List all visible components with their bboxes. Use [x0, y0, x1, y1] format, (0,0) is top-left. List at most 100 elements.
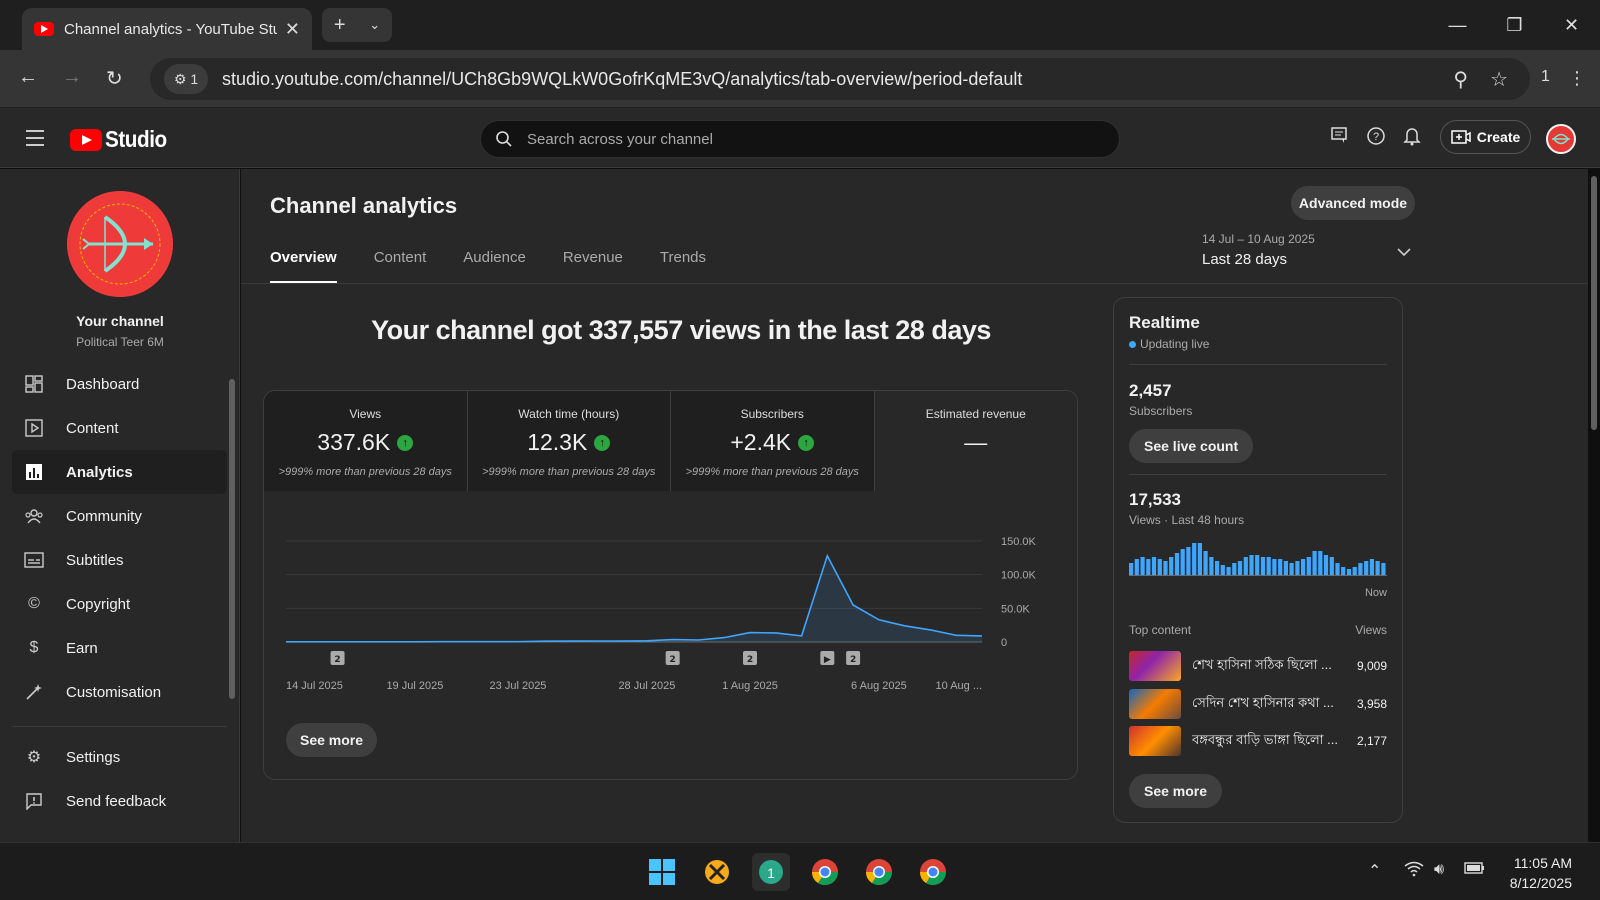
metric-views[interactable]: Views 337.6K ↑ >999% more than previous 2… [264, 391, 468, 491]
sidebar-item-analytics[interactable]: Analytics [12, 450, 227, 494]
video-title: শেখ হাসিনা সঠিক ছিলো ... [1192, 656, 1332, 672]
metric-value: 337.6K [317, 429, 391, 455]
realtime-subscribers-value: 2,457 [1129, 381, 1172, 400]
copyright-icon: © [28, 595, 40, 612]
chart-see-more-button[interactable]: See more [286, 723, 378, 757]
period-selector[interactable]: 14 Jul – 10 Aug 2025 Last 28 days [1202, 232, 1411, 268]
video-thumbnail [1129, 726, 1181, 756]
x-tick-label: 19 Jul 2025 [386, 680, 443, 692]
realtime-bar [1197, 543, 1202, 575]
sidebar-item-dashboard[interactable]: Dashboard [12, 362, 227, 406]
close-window-icon[interactable]: ✕ [1543, 0, 1600, 50]
svg-text:?: ? [1373, 131, 1379, 143]
search-input[interactable]: Search across your channel [480, 120, 1120, 158]
sidebar-item-subtitles[interactable]: Subtitles [12, 538, 227, 582]
site-info-button[interactable]: ⚙ 1 [164, 64, 208, 94]
upload-marker-label: 2 [850, 655, 856, 665]
realtime-bar [1157, 559, 1162, 575]
realtime-bar-chart[interactable] [1129, 543, 1387, 579]
tab-revenue[interactable]: Revenue [563, 249, 623, 284]
bookmark-star-icon[interactable]: ☆ [1490, 67, 1508, 92]
windows-start-icon[interactable] [643, 853, 681, 891]
youtube-logo-icon [70, 128, 102, 151]
tab-trends[interactable]: Trends [660, 249, 706, 284]
metric-estimated-revenue[interactable]: Estimated revenue — [874, 391, 1077, 491]
site-info-count: 1 [190, 71, 199, 87]
profile-count[interactable]: 1 [1541, 68, 1550, 86]
realtime-bar [1151, 557, 1157, 575]
sidebar-item-settings[interactable]: ⚙ Settings [12, 735, 227, 779]
vpn-app-icon[interactable]: 1 [752, 853, 790, 891]
url-bar[interactable]: ⚙ 1 studio.youtube.com/channel/UCh8Gb9WQ… [150, 58, 1530, 100]
advanced-mode-button[interactable]: Advanced mode [1291, 186, 1415, 220]
messages-icon[interactable] [1330, 126, 1348, 149]
sidebar-item-earn[interactable]: $ Earn [12, 626, 227, 670]
sidebar-item-send-feedback[interactable]: Send feedback [12, 779, 227, 823]
hamburger-menu-icon[interactable] [26, 130, 44, 151]
studio-logo[interactable]: Studio [70, 126, 174, 153]
tab-content[interactable]: Content [374, 249, 427, 284]
browser-menu-icon[interactable]: ⋮ [1568, 68, 1586, 89]
sidebar-scrollbar[interactable] [229, 379, 235, 699]
metric-watch-time[interactable]: Watch time (hours) 12.3K ↑ >999% more tha… [468, 391, 671, 491]
sidebar-item-label: Earn [66, 639, 98, 657]
browser-tab[interactable]: Channel analytics - YouTube Studio ✕ [22, 8, 312, 50]
top-content-row[interactable]: সেদিন শেখ হাসিনার কথা ... 3,958 [1129, 688, 1387, 720]
realtime-bar [1341, 567, 1346, 575]
app-icon[interactable] [698, 853, 736, 891]
tab-search-chevron-icon[interactable]: ⌄ [369, 17, 380, 33]
studio-header: Studio Search across your channel ? Crea… [0, 108, 1600, 168]
top-content-row[interactable]: শেখ হাসিনা সঠিক ছিলো ... 9,009 [1129, 650, 1387, 682]
realtime-views-label: Views · Last 48 hours [1129, 513, 1245, 527]
system-clock[interactable]: 11:05 AM 8/12/2025 [1510, 853, 1572, 893]
show-hidden-icons-chevron-icon[interactable]: ⌃ [1368, 861, 1381, 881]
reload-icon[interactable]: ↻ [106, 66, 123, 91]
metric-label: Watch time (hours) [518, 407, 620, 421]
views-chart-svg[interactable]: 150.0K 100.0K 50.0K 0 2 2 2 ▶ 2 14 Jul 2025 19 Jul… [264, 491, 1078, 716]
views-headline: Your channel got 337,557 views in the la… [371, 315, 991, 345]
zoom-icon[interactable]: ⚲ [1453, 67, 1468, 92]
battery-icon[interactable] [1464, 861, 1486, 880]
chrome-profile-icon[interactable] [860, 853, 898, 891]
account-avatar[interactable] [1546, 124, 1576, 154]
top-content-row[interactable]: বঙ্গবন্ধুর বাড়ি ভাঙ্গা ছিলো ... 2,177 [1129, 725, 1387, 757]
tab-audience[interactable]: Audience [463, 249, 526, 284]
see-live-count-button[interactable]: See live count [1129, 429, 1254, 463]
sidebar-item-content[interactable]: Content [12, 406, 227, 450]
sidebar-item-community[interactable]: Community [12, 494, 227, 538]
create-button[interactable]: Create [1440, 120, 1531, 154]
realtime-bar [1289, 563, 1294, 575]
chrome-profile-icon[interactable] [914, 853, 952, 891]
notifications-bell-icon[interactable] [1403, 126, 1421, 151]
forward-icon[interactable]: → [62, 66, 82, 89]
youtube-favicon-icon [34, 22, 54, 36]
main-scrollbar[interactable] [1591, 176, 1597, 430]
x-tick-label: 23 Jul 2025 [490, 680, 547, 692]
y-tick-label: 100.0K [1001, 570, 1037, 582]
tab-overview[interactable]: Overview [270, 249, 337, 284]
new-tab-icon[interactable]: + [334, 14, 346, 37]
restore-icon[interactable]: ❐ [1486, 0, 1543, 50]
url-text[interactable]: studio.youtube.com/channel/UCh8Gb9WQLkW0… [222, 69, 1453, 90]
video-title: বঙ্গবন্ধুর বাড়ি ভাঙ্গা ছিলো ... [1192, 731, 1338, 747]
upload-marker-label: 2 [670, 655, 676, 665]
minimize-icon[interactable]: — [1429, 0, 1486, 50]
realtime-see-more-button[interactable]: See more [1129, 774, 1223, 808]
sidebar-item-label: Copyright [66, 595, 131, 613]
x-tick-label: 28 Jul 2025 [618, 680, 675, 692]
tab-actions: + ⌄ [322, 8, 392, 42]
chrome-icon[interactable] [806, 853, 844, 891]
channel-avatar[interactable] [67, 191, 173, 297]
sidebar-item-customisation[interactable]: Customisation [12, 670, 227, 714]
back-icon[interactable]: ← [18, 66, 38, 89]
live-status-text: Updating live [1140, 337, 1210, 351]
help-icon[interactable]: ? [1366, 126, 1386, 151]
live-dot-icon [1129, 340, 1136, 348]
sidebar-item-copyright[interactable]: © Copyright [12, 582, 227, 626]
feedback-icon [24, 791, 44, 811]
volume-icon[interactable]: 🔊︎ [1434, 861, 1444, 879]
metric-subscribers[interactable]: Subscribers +2.4K ↑ >999% more than previ… [671, 391, 875, 491]
wifi-icon[interactable] [1404, 861, 1424, 882]
create-video-icon [1450, 130, 1471, 144]
close-tab-icon[interactable]: ✕ [285, 19, 300, 40]
